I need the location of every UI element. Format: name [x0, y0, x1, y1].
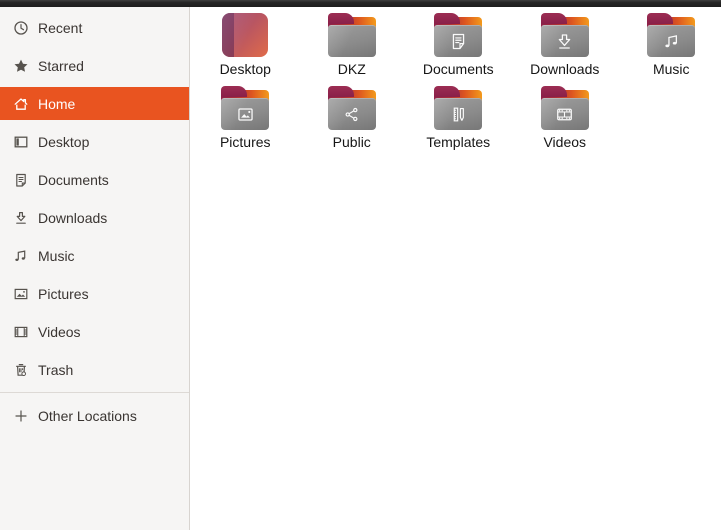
- file-grid: Desktop DKZ Documents Downloads Music Picture…: [191, 7, 721, 530]
- folder-icon-wrap: [647, 11, 696, 59]
- sidebar-item-label: Recent: [38, 20, 83, 36]
- sidebar-item-desktop[interactable]: Desktop: [0, 123, 189, 161]
- sidebar-item-pictures[interactable]: Pictures: [0, 275, 189, 313]
- sidebar-item-recent[interactable]: Recent: [0, 9, 189, 47]
- titlebar-edge: [0, 0, 721, 7]
- file-grid-row: Pictures Public Templates Videos: [192, 84, 721, 157]
- music-note-icon: [13, 248, 29, 264]
- folder-icon-wrap: [540, 84, 589, 132]
- download-arrow-emblem-icon: [558, 33, 571, 49]
- file-label: Public: [332, 134, 371, 150]
- file-label: Templates: [426, 134, 491, 150]
- sidebar-item-label: Downloads: [38, 210, 108, 226]
- sidebar-item-label: Trash: [38, 362, 74, 378]
- sidebar-item-documents[interactable]: Documents: [0, 161, 189, 199]
- film-emblem-icon: [557, 108, 573, 120]
- sidebar-separator: [0, 392, 189, 393]
- sidebar-item-music[interactable]: Music: [0, 237, 189, 275]
- folder-icon-wrap: [434, 11, 483, 59]
- sidebar-item-home[interactable]: Home: [0, 85, 189, 123]
- folder-icon-wrap: [221, 84, 270, 132]
- trash-icon: [13, 362, 29, 378]
- file-pictures[interactable]: Pictures: [192, 84, 299, 157]
- file-label: Pictures: [219, 134, 271, 150]
- folder-icon: [221, 86, 270, 130]
- sidebar-item-other-locations[interactable]: Other Locations: [0, 397, 189, 435]
- folder-icon: [647, 13, 696, 57]
- download-arrow-icon: [13, 210, 29, 226]
- clock-icon: [13, 20, 29, 36]
- file-manager-window: Recent Starred Home Desktop Documents Downloa…: [0, 0, 721, 530]
- desktop-gradient-icon: [222, 13, 269, 57]
- folder-icon: [327, 86, 376, 130]
- window-icon: [13, 134, 29, 150]
- sidebar-item-label: Pictures: [38, 286, 89, 302]
- folder-icon-wrap: [327, 11, 376, 59]
- file-downloads[interactable]: Downloads: [512, 11, 619, 84]
- sidebar-item-downloads[interactable]: Downloads: [0, 199, 189, 237]
- sidebar-item-label: Home: [38, 96, 76, 112]
- sidebar: Recent Starred Home Desktop Documents Downloa…: [0, 7, 190, 530]
- share-emblem-icon: [345, 107, 358, 121]
- file-dkz[interactable]: DKZ: [299, 11, 406, 84]
- sidebar-item-label: Videos: [38, 324, 81, 340]
- sidebar-item-starred[interactable]: Starred: [0, 47, 189, 85]
- folder-icon: [540, 86, 589, 130]
- file-label: Desktop: [219, 61, 271, 77]
- folder-icon: [327, 13, 376, 57]
- image-emblem-icon: [238, 107, 253, 121]
- star-icon: [13, 58, 29, 74]
- sidebar-item-videos[interactable]: Videos: [0, 313, 189, 351]
- sidebar-item-label: Other Locations: [38, 408, 137, 424]
- folder-icon: [434, 13, 483, 57]
- music-note-emblem-icon: [665, 34, 677, 47]
- file-label: Videos: [543, 134, 587, 150]
- folder-icon-wrap: [327, 84, 376, 132]
- file-documents[interactable]: Documents: [405, 11, 512, 84]
- file-music[interactable]: Music: [618, 11, 721, 84]
- file-public[interactable]: Public: [299, 84, 406, 157]
- template-emblem-icon: [453, 107, 464, 121]
- folder-icon-wrap: [540, 11, 589, 59]
- folder-icon-wrap: [434, 84, 483, 132]
- sidebar-item-trash[interactable]: Trash: [0, 351, 189, 389]
- file-label: Downloads: [530, 61, 600, 77]
- film-icon: [13, 324, 29, 340]
- plus-icon: [13, 408, 29, 424]
- file-templates[interactable]: Templates: [405, 84, 512, 157]
- sidebar-item-label: Starred: [38, 58, 84, 74]
- desktop-gradient-icon-wrap: [222, 11, 269, 59]
- document-icon: [13, 172, 29, 188]
- sidebar-item-label: Music: [38, 248, 75, 264]
- picture-icon: [13, 286, 29, 302]
- folder-icon: [434, 86, 483, 130]
- file-label: Music: [652, 61, 690, 77]
- file-label: DKZ: [337, 61, 366, 77]
- file-grid-row: Desktop DKZ Documents Downloads Music: [192, 11, 721, 84]
- folder-icon: [540, 13, 589, 57]
- home-icon: [13, 96, 29, 112]
- file-videos[interactable]: Videos: [512, 84, 619, 157]
- file-label: Documents: [422, 61, 494, 77]
- sidebar-item-label: Desktop: [38, 134, 90, 150]
- document-emblem-icon: [452, 33, 464, 49]
- file-desktop[interactable]: Desktop: [192, 11, 299, 84]
- sidebar-item-label: Documents: [38, 172, 109, 188]
- sidebar-list: Recent Starred Home Desktop Documents Downloa…: [0, 7, 189, 389]
